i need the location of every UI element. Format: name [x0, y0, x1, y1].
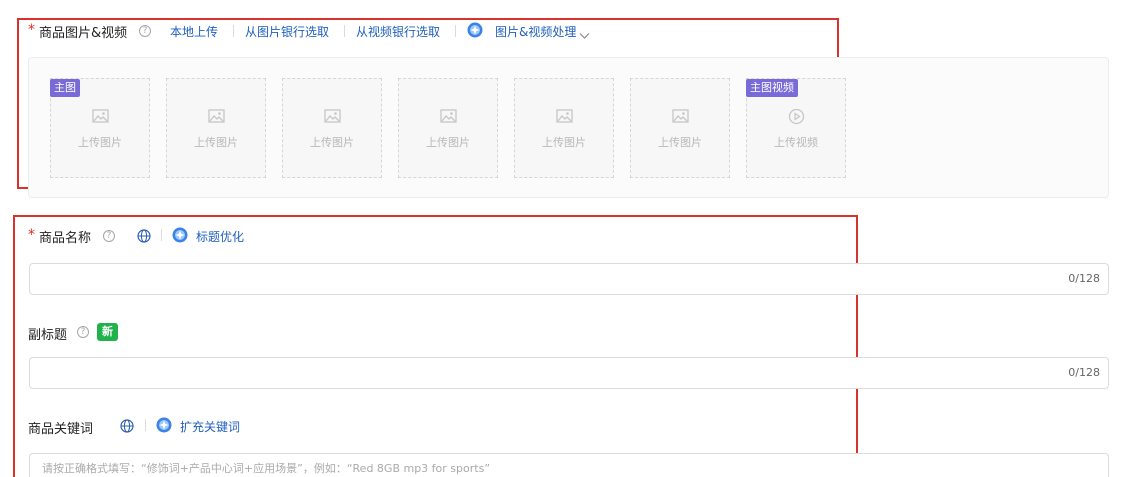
globe-icon[interactable]	[137, 228, 151, 247]
chevron-down-icon[interactable]	[579, 25, 590, 44]
keyword-placeholder: 请按正确格式填写：“修饰词+产品中心词+应用场景”，例如：“Red 8GB mp…	[42, 462, 491, 475]
image-icon	[92, 109, 109, 123]
question-circle-icon[interactable]: ?	[139, 25, 151, 37]
keyword-label: 商品关键词	[28, 422, 94, 437]
main-video-tag: 主图视频	[746, 79, 798, 97]
title-optimize-link[interactable]: 标题优化	[196, 228, 244, 245]
slot-text: 上传图片	[426, 136, 470, 149]
main-image-tag: 主图	[50, 79, 80, 97]
required-mark: *	[28, 22, 35, 38]
ai-sparkle-icon[interactable]	[172, 227, 188, 243]
image-icon	[324, 109, 341, 123]
product-name-label: 商品名称	[39, 231, 92, 246]
image-upload-slot[interactable]: 上传图片	[398, 78, 498, 178]
media-section-label: 商品图片&视频	[39, 26, 128, 41]
image-upload-slot[interactable]: 上传图片	[514, 78, 614, 178]
question-circle-icon[interactable]: ?	[103, 230, 115, 242]
subtitle-input[interactable]: 0/128	[29, 357, 1109, 389]
globe-icon[interactable]	[120, 418, 134, 437]
media-process-dropdown[interactable]: 图片&视频处理	[495, 23, 576, 40]
slot-text: 上传图片	[310, 136, 354, 149]
new-badge: 新	[97, 323, 118, 341]
expand-keywords-link[interactable]: 扩充关键词	[180, 418, 240, 435]
image-upload-slot[interactable]: 上传图片	[630, 78, 730, 178]
divider	[145, 419, 146, 431]
image-upload-slot[interactable]: 上传图片	[282, 78, 382, 178]
required-mark: *	[28, 227, 35, 243]
image-icon	[672, 109, 689, 123]
image-bank-link[interactable]: 从图片银行选取	[245, 23, 329, 40]
ai-sparkle-icon[interactable]	[467, 22, 483, 38]
text-section-highlight	[13, 215, 858, 477]
image-upload-slot[interactable]: 上传图片	[166, 78, 266, 178]
subtitle-label: 副标题	[28, 328, 68, 343]
slot-text: 上传图片	[78, 136, 122, 149]
divider	[455, 25, 456, 37]
divider	[233, 25, 234, 37]
char-counter: 0/128	[1068, 272, 1100, 285]
video-bank-link[interactable]: 从视频银行选取	[356, 23, 440, 40]
image-icon	[440, 109, 457, 123]
product-name-input[interactable]: 0/128	[29, 263, 1109, 295]
image-icon	[556, 109, 573, 123]
divider	[161, 229, 162, 241]
slot-text: 上传图片	[658, 136, 702, 149]
question-circle-icon[interactable]: ?	[77, 326, 89, 338]
slot-text: 上传视频	[774, 136, 818, 149]
divider	[344, 25, 345, 37]
local-upload-link[interactable]: 本地上传	[170, 23, 218, 40]
char-counter: 0/128	[1068, 366, 1100, 379]
slot-text: 上传图片	[542, 136, 586, 149]
keyword-input[interactable]: 请按正确格式填写：“修饰词+产品中心词+应用场景”，例如：“Red 8GB mp…	[29, 453, 1109, 477]
play-circle-icon	[788, 108, 805, 125]
ai-sparkle-icon[interactable]	[156, 417, 172, 433]
image-icon	[208, 109, 225, 123]
slot-text: 上传图片	[194, 136, 238, 149]
